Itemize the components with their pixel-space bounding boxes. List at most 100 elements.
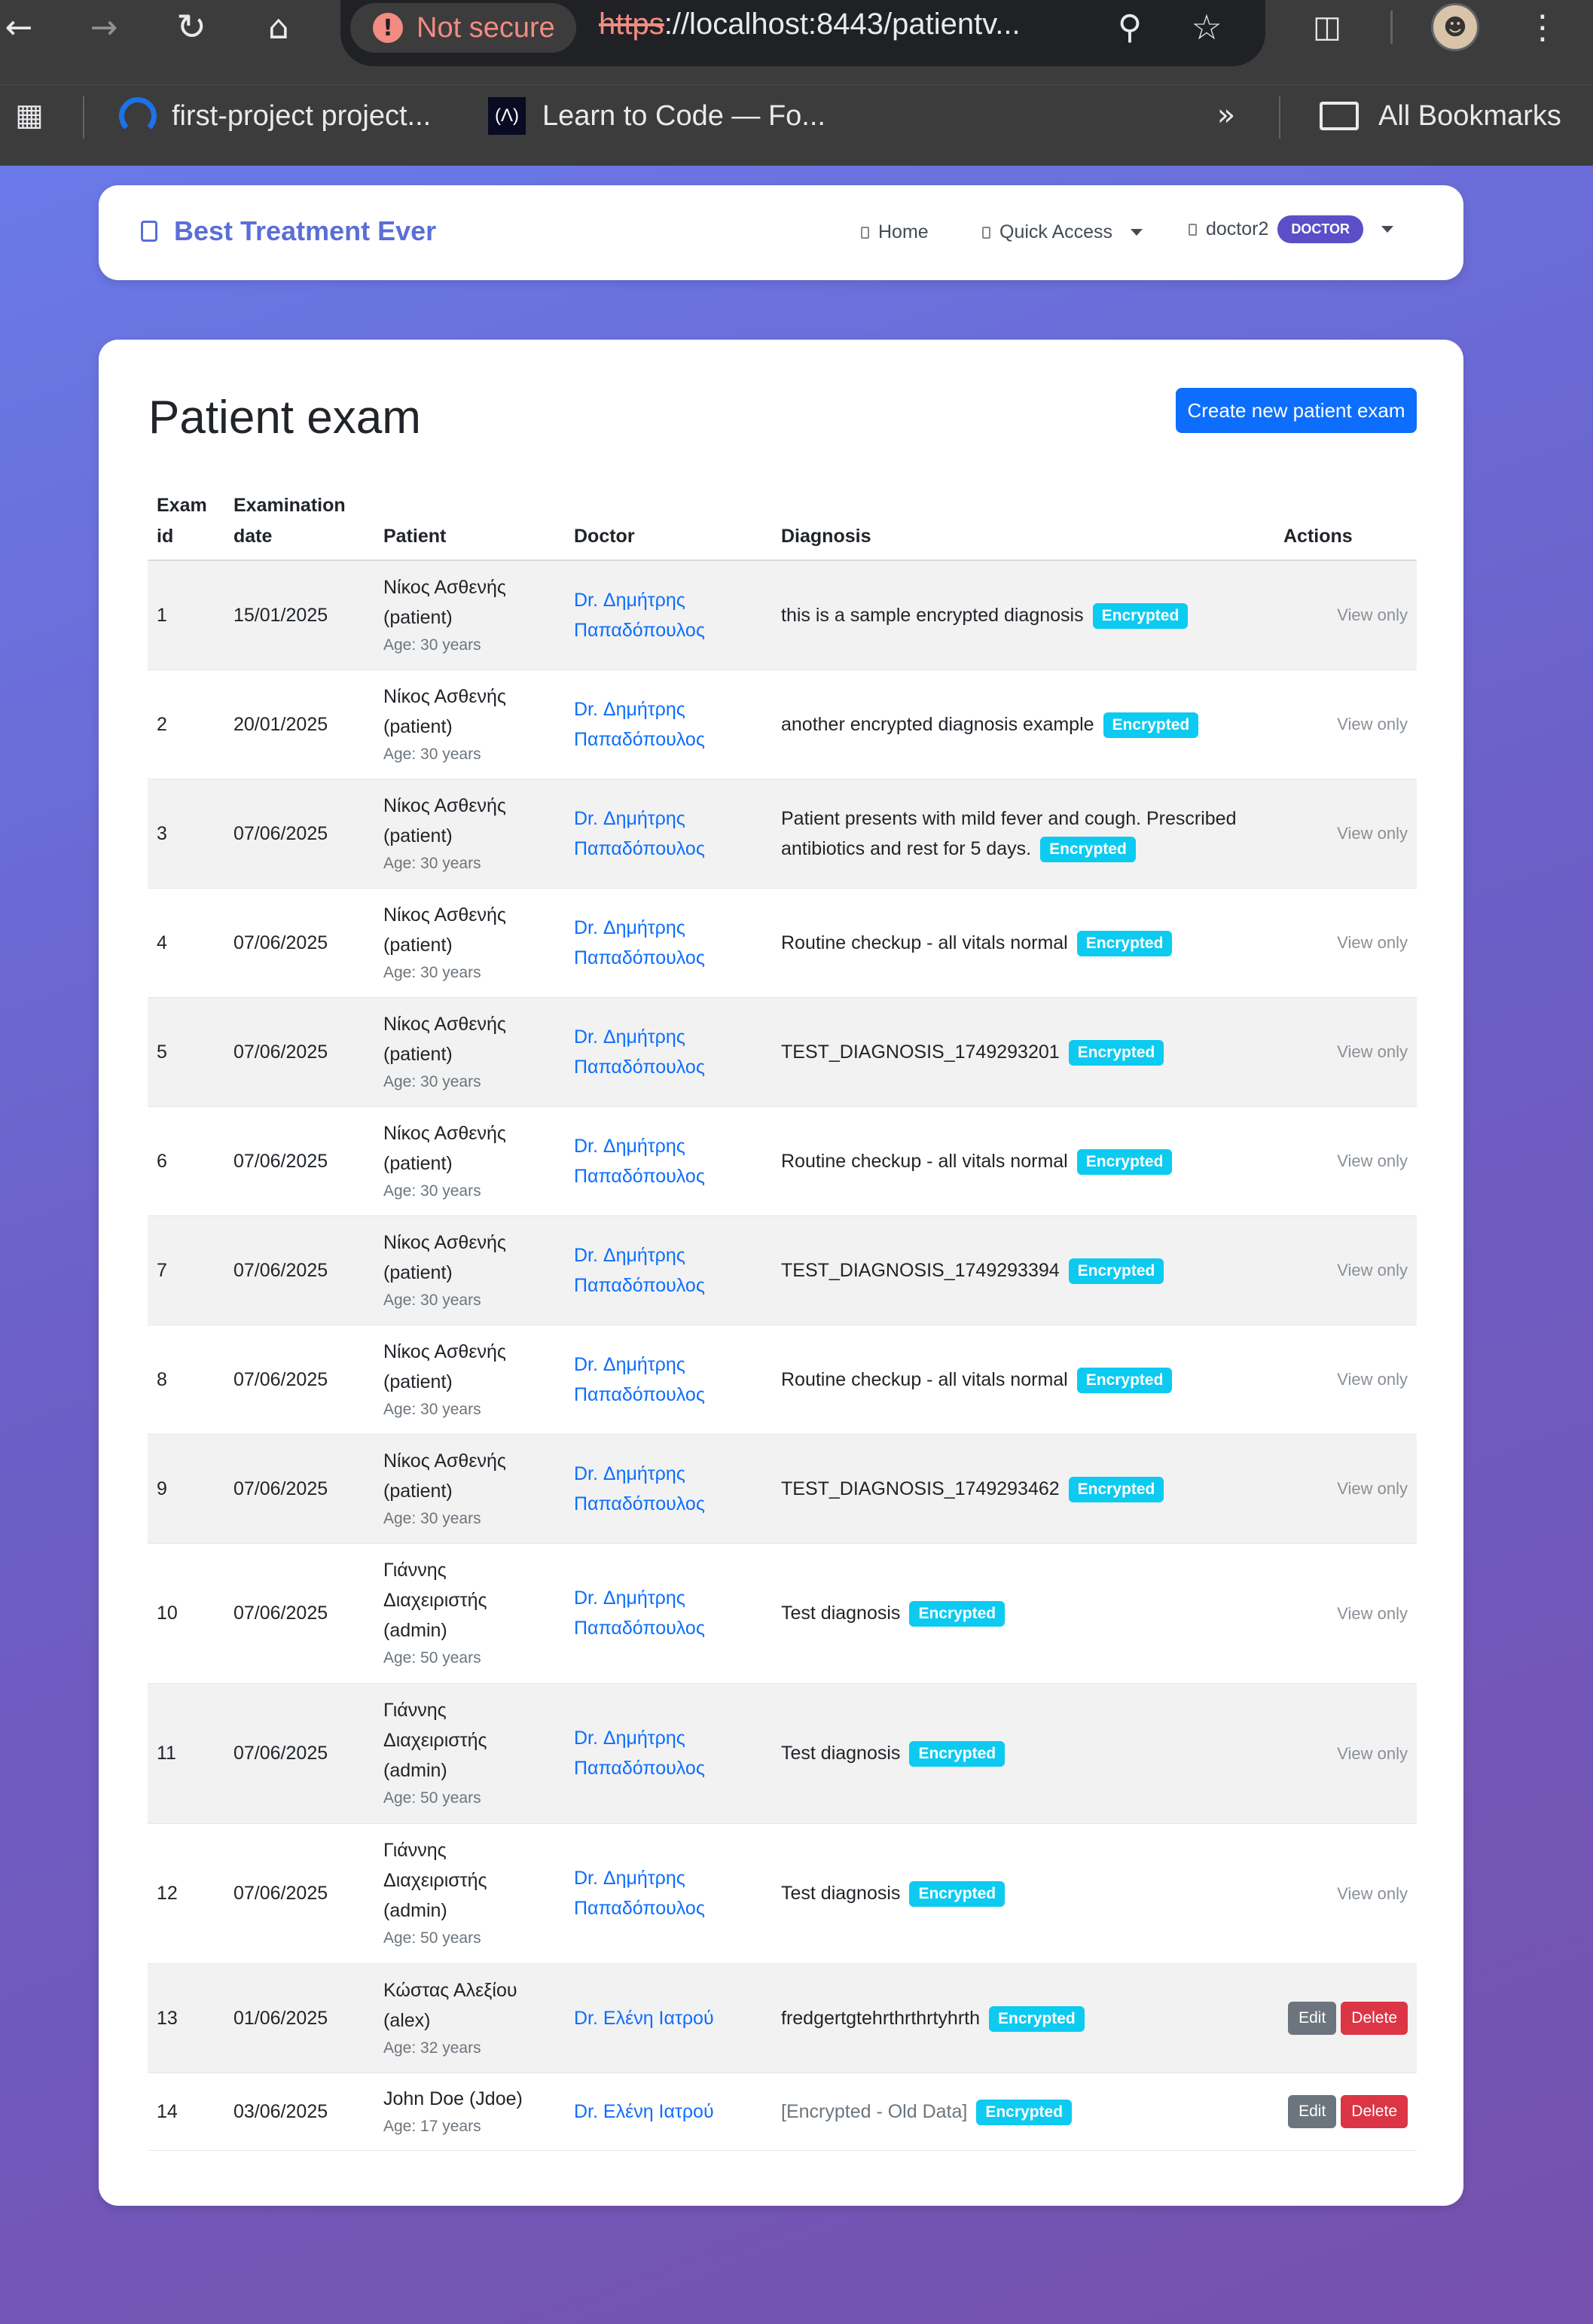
doctor-link[interactable]: Dr. Ελένη Ιατρού [574, 2097, 763, 2127]
security-chip[interactable]: ! Not secure [350, 3, 576, 53]
cell-exam-id: 13 [148, 1963, 224, 2073]
doctor-link[interactable]: Dr. Δημήτρης [574, 1022, 763, 1052]
cell-diagnosis: Test diagnosis Encrypted [772, 1543, 1274, 1684]
patient-name-line: Νίκος Ασθενής [383, 1231, 506, 1253]
diagnosis-text: Routine checkup - all vitals normal [781, 1150, 1068, 1172]
doctor-link[interactable]: Παπαδόπουλος [574, 1489, 763, 1519]
cell-doctor: Dr. Δημήτρης Παπαδόπουλος [565, 669, 772, 779]
cell-diagnosis: TEST_DIAGNOSIS_1749293201 Encrypted [772, 997, 1274, 1107]
back-icon[interactable]: ← [0, 6, 38, 48]
nav-user-label: doctor2 [1206, 218, 1269, 239]
star-icon[interactable]: ☆ [1184, 5, 1229, 50]
nav-quick-access-dropdown[interactable]: Quick Access [982, 221, 1143, 243]
zoom-icon[interactable]: ⚲ [1107, 5, 1152, 50]
diagnosis-text: fredgertgtehrthrthrtyhrth [781, 2007, 981, 2029]
doctor-link[interactable]: Dr. Δημήτρης [574, 1131, 763, 1161]
doctor-link[interactable]: Παπαδόπουλος [574, 1893, 763, 1923]
view-only-label: View only [1337, 605, 1408, 625]
doctor-link[interactable]: Παπαδόπουλος [574, 724, 763, 755]
forward-icon[interactable]: → [83, 6, 125, 48]
cell-diagnosis: Patient presents with mild fever and cou… [772, 779, 1274, 889]
doctor-link[interactable]: Παπαδόπουλος [574, 1613, 763, 1643]
patient-name-line: (patient) [383, 1043, 453, 1065]
apps-grid-icon[interactable]: ▦ [11, 96, 48, 134]
cell-doctor: Dr. Ελένη Ιατρού [565, 1963, 772, 2073]
cell-exam-id: 2 [148, 669, 224, 779]
chevron-down-icon [1131, 229, 1143, 236]
delete-button[interactable]: Delete [1341, 2001, 1408, 2035]
col-diagnosis[interactable]: Diagnosis [772, 483, 1274, 561]
view-only-label: View only [1337, 1743, 1408, 1763]
table-row: 2 20/01/2025 Νίκος Ασθενής (patient) Age: 30… [148, 669, 1417, 779]
cell-exam-id: 12 [148, 1823, 224, 1964]
url-text[interactable]: https://localhost:8443/patientv... [599, 8, 1021, 41]
cell-patient: Κώστας Αλεξίου (alex) Age: 32 years [374, 1963, 565, 2073]
edit-button[interactable]: Edit [1288, 2094, 1337, 2128]
bookmark-item-first-project[interactable]: first-project project... [119, 97, 431, 135]
view-only-label: View only [1337, 1042, 1408, 1061]
home-icon[interactable]: ⌂ [258, 5, 300, 50]
doctor-link[interactable]: Dr. Δημήτρης [574, 1863, 763, 1893]
nav-home[interactable]: Home [861, 221, 929, 243]
bookmark-separator [1279, 96, 1280, 139]
brand-link[interactable]: Best Treatment Ever [141, 215, 436, 247]
create-exam-button[interactable]: Create new patient exam [1176, 388, 1417, 433]
extensions-icon[interactable]: ◫ [1305, 5, 1350, 50]
reload-icon[interactable]: ↻ [170, 5, 212, 50]
cell-actions: View only [1274, 1823, 1417, 1964]
col-exam-date[interactable]: Examination date [224, 483, 374, 561]
cell-diagnosis: this is a sample encrypted diagnosis Encr… [772, 560, 1274, 670]
cell-doctor: Dr. Δημήτρης Παπαδόπουλος [565, 560, 772, 670]
nav-quick-access-label: Quick Access [999, 221, 1113, 242]
patient-name-line: Κώστας Αλεξίου [383, 1979, 517, 2001]
menu-icon[interactable]: ⋮ [1521, 5, 1564, 50]
doctor-link[interactable]: Παπαδόπουλος [574, 1380, 763, 1410]
encrypted-badge: Encrypted [909, 1741, 1006, 1767]
patient-age: Age: 30 years [383, 963, 481, 981]
more-bookmarks-icon[interactable]: » [1205, 96, 1247, 134]
cell-exam-date: 07/06/2025 [224, 1434, 374, 1544]
view-only-label: View only [1337, 1883, 1408, 1903]
doctor-link[interactable]: Dr. Δημήτρης [574, 1459, 763, 1489]
table-row: 10 07/06/2025 Γιάννης Διαχειριστής (admin) Ag… [148, 1543, 1417, 1684]
doctor-link[interactable]: Dr. Δημήτρης [574, 1723, 763, 1753]
cell-diagnosis: TEST_DIAGNOSIS_1749293462 Encrypted [772, 1434, 1274, 1544]
col-doctor[interactable]: Doctor [565, 483, 772, 561]
doctor-link[interactable]: Παπαδόπουλος [574, 1052, 763, 1082]
col-patient[interactable]: Patient [374, 483, 565, 561]
doctor-link[interactable]: Παπαδόπουλος [574, 943, 763, 973]
col-exam-id[interactable]: Exam id [148, 483, 224, 561]
doctor-link[interactable]: Dr. Δημήτρης [574, 804, 763, 834]
brand-name: Best Treatment Ever [174, 215, 437, 246]
brand-icon [141, 221, 157, 242]
patient-name-line: (patient) [383, 1480, 453, 1502]
doctor-link[interactable]: Παπαδόπουλος [574, 1753, 763, 1783]
doctor-link[interactable]: Dr. Δημήτρης [574, 1350, 763, 1380]
edit-button[interactable]: Edit [1288, 2001, 1337, 2035]
diagnosis-text: Routine checkup - all vitals normal [781, 932, 1068, 953]
cell-actions: View only [1274, 1683, 1417, 1824]
doctor-link[interactable]: Dr. Δημήτρης [574, 694, 763, 724]
exams-table-body: 1 15/01/2025 Νίκος Ασθενής (patient) Age: 30… [148, 560, 1417, 2151]
all-bookmarks-button[interactable]: All Bookmarks [1320, 98, 1561, 134]
cell-doctor: Dr. Ελένη Ιατρού [565, 2072, 772, 2151]
diagnosis-text: Routine checkup - all vitals normal [781, 1368, 1068, 1390]
doctor-link[interactable]: Dr. Δημήτρης [574, 585, 763, 615]
bookmark-item-learn-to-code[interactable]: (Λ) Learn to Code — Fo... [488, 97, 825, 135]
cell-patient: Γιάννης Διαχειριστής (admin) Age: 50 years [374, 1823, 565, 1964]
nav-user-dropdown[interactable]: doctor2 DOCTOR [1189, 215, 1394, 243]
doctor-link[interactable]: Παπαδόπουλος [574, 834, 763, 864]
profile-avatar[interactable]: ☻ [1431, 3, 1479, 51]
delete-button[interactable]: Delete [1341, 2094, 1408, 2128]
doctor-link[interactable]: Παπαδόπουλος [574, 1161, 763, 1191]
cell-patient: Νίκος Ασθενής (patient) Age: 30 years [374, 669, 565, 779]
doctor-link[interactable]: Παπαδόπουλος [574, 1270, 763, 1301]
cell-patient: Νίκος Ασθενής (patient) Age: 30 years [374, 779, 565, 889]
diagnosis-text: TEST_DIAGNOSIS_1749293201 [781, 1041, 1060, 1063]
doctor-link[interactable]: Dr. Δημήτρης [574, 1583, 763, 1613]
doctor-link[interactable]: Dr. Ελένη Ιατρού [574, 2003, 763, 2033]
doctor-link[interactable]: Dr. Δημήτρης [574, 1240, 763, 1270]
doctor-link[interactable]: Dr. Δημήτρης [574, 913, 763, 943]
cell-exam-date: 07/06/2025 [224, 1543, 374, 1684]
doctor-link[interactable]: Παπαδόπουλος [574, 615, 763, 645]
